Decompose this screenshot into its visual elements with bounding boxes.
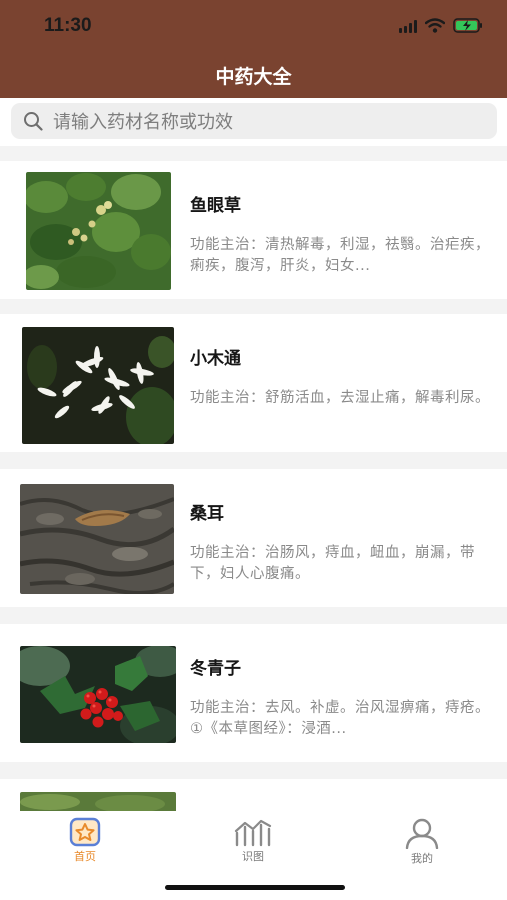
home-star-icon — [69, 817, 101, 847]
tab-image-recognition-label: 识图 — [242, 850, 264, 863]
search-placeholder: 请输入药材名称或功效 — [53, 112, 233, 133]
herb-description: 功能主治：舒筋活血，去湿止痛，解毒利尿。 — [190, 390, 490, 406]
app-header: 11:30 中药大全 — [0, 0, 507, 98]
herb-image — [20, 484, 174, 594]
page-title: 中药大全 — [215, 66, 292, 88]
herb-image — [22, 327, 174, 444]
herb-description: 功能主治：清热解毒，利湿，祛翳。治疟疾，痢疾，腹泻，肝炎，妇女... — [190, 237, 490, 274]
status-bar: 11:30 — [0, 0, 507, 54]
herb-name: 鱼眼草 — [190, 196, 241, 216]
herb-description: 功能主治：去风。补虚。治风湿痹痛，痔疮。①《本草图经》：浸酒... — [190, 700, 490, 737]
herb-card[interactable]: 鱼眼草 功能主治：清热解毒，利湿，祛翳。治疟疾，痢疾，腹泻，肝炎，妇女... — [0, 161, 507, 299]
herb-card[interactable]: 冬青子 功能主治：去风。补虚。治风湿痹痛，痔疮。①《本草图经》：浸酒... — [0, 624, 507, 762]
herb-card[interactable]: 小木通 功能主治：舒筋活血，去湿止痛，解毒利尿。 — [0, 314, 507, 452]
tab-profile[interactable]: 我的 — [382, 817, 462, 866]
herb-card[interactable]: 桑耳 功能主治：治肠风，痔血，衄血，崩漏，带下，妇人心腹痛。 — [0, 469, 507, 607]
wifi-icon — [425, 18, 445, 33]
tab-home[interactable]: 首页 — [45, 817, 125, 864]
tab-image-recognition[interactable]: 识图 — [213, 817, 293, 864]
tab-profile-label: 我的 — [411, 852, 433, 865]
tab-home-label: 首页 — [74, 850, 96, 863]
herb-image — [20, 792, 176, 811]
herb-image — [20, 646, 176, 743]
herb-name: 小木通 — [190, 349, 241, 369]
chart-scan-icon — [234, 819, 272, 847]
herb-image — [26, 172, 171, 290]
herb-description: 功能主治：治肠风，痔血，衄血，崩漏，带下，妇人心腹痛。 — [190, 545, 475, 582]
herb-card[interactable] — [0, 779, 507, 811]
herb-name: 冬青子 — [190, 659, 241, 679]
herb-list[interactable]: 鱼眼草 功能主治：清热解毒，利湿，祛翳。治疟疾，痢疾，腹泻，肝炎，妇女... 小… — [0, 146, 507, 811]
signal-icon — [399, 19, 417, 33]
battery-charging-icon — [453, 18, 482, 33]
search-input[interactable]: 请输入药材名称或功效 — [11, 103, 497, 139]
search-bar-container: 请输入药材名称或功效 — [0, 98, 507, 146]
search-icon — [24, 112, 43, 131]
user-icon — [405, 818, 439, 849]
status-icons — [399, 18, 483, 33]
home-indicator — [165, 885, 345, 890]
status-time: 11:30 — [44, 15, 92, 36]
herb-name: 桑耳 — [190, 504, 224, 524]
